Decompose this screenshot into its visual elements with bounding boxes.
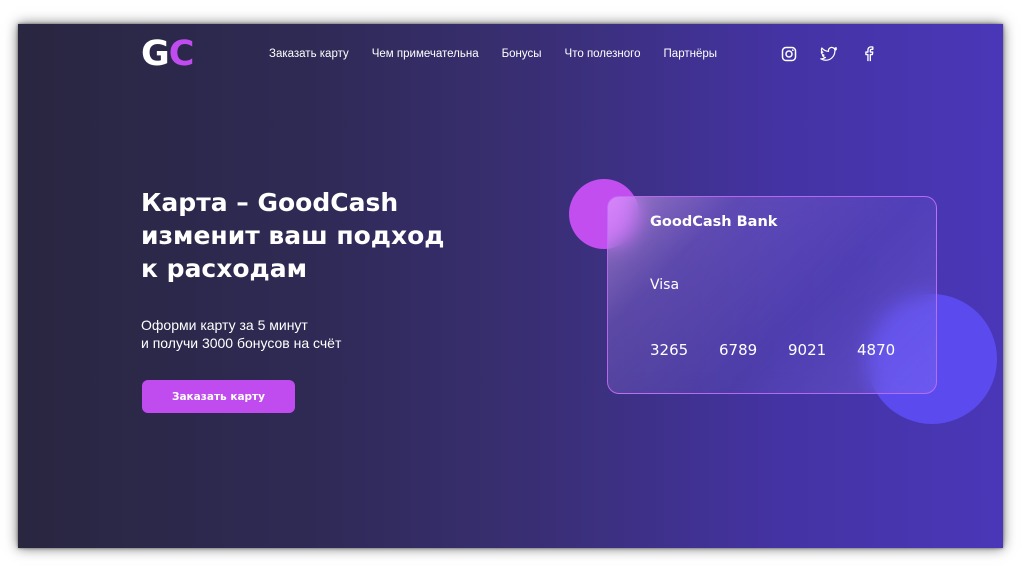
nav-item-partners[interactable]: Партнёры [664, 46, 717, 62]
headline-line: Карта – GoodCash [141, 188, 399, 217]
nav-item-bonuses[interactable]: Бонусы [502, 46, 542, 62]
hero-headline: Карта – GoodCash изменит ваш подход к ра… [141, 186, 481, 285]
nav-item-features[interactable]: Чем примечательна [372, 46, 479, 62]
facebook-icon[interactable] [860, 45, 878, 63]
card-number-group: 4870 [857, 341, 896, 359]
card-number-group: 9021 [788, 341, 827, 359]
nav-item-useful[interactable]: Что полезного [565, 46, 641, 62]
card-bank-name: GoodCash Bank [650, 214, 778, 230]
card-number: 3265 6789 9021 4870 [650, 341, 926, 359]
logo[interactable]: GC [141, 34, 195, 74]
card-number-group: 6789 [719, 341, 758, 359]
subtext-line: и получи 3000 бонусов на счёт [141, 335, 342, 351]
twitter-icon[interactable] [820, 45, 838, 63]
card-type: Visa [650, 277, 680, 293]
instagram-icon[interactable] [780, 45, 798, 63]
headline-line: к расходам [141, 254, 308, 283]
main-nav: Заказать карту Чем примечательна Бонусы … [269, 46, 717, 62]
nav-item-order-card[interactable]: Заказать карту [269, 46, 349, 62]
social-links [780, 45, 878, 63]
card-number-group: 3265 [650, 341, 689, 359]
logo-letter-c: C [168, 34, 195, 74]
headline-line: изменит ваш подход [141, 221, 445, 250]
bank-card: GoodCash Bank Visa 3265 6789 9021 4870 [607, 196, 937, 394]
order-card-button[interactable]: Заказать карту [142, 380, 295, 413]
landing-page: GC Заказать карту Чем примечательна Бону… [18, 24, 1003, 548]
subtext-line: Оформи карту за 5 минут [141, 317, 308, 333]
hero-subtext: Оформи карту за 5 минут и получи 3000 бо… [141, 316, 341, 352]
logo-letter-g: G [141, 34, 170, 74]
